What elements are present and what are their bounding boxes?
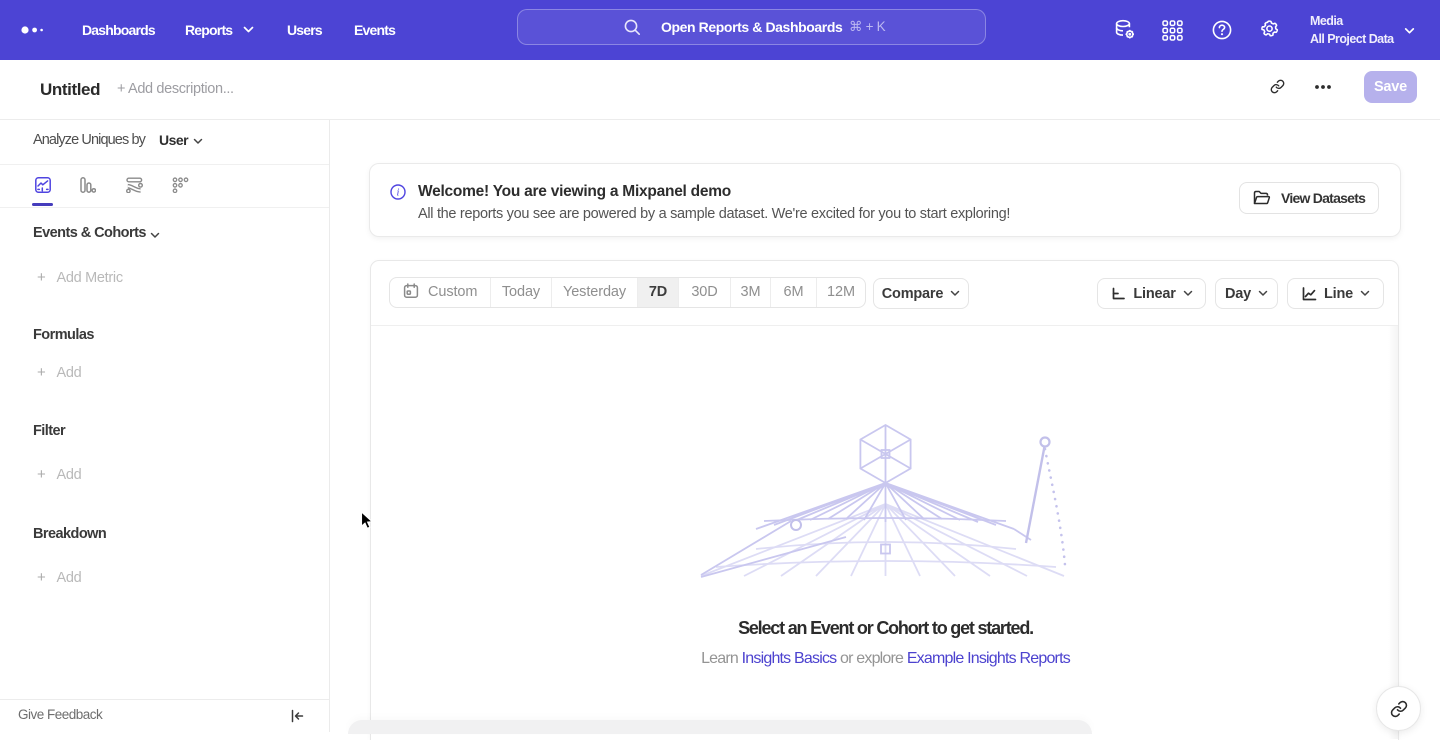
svg-text:i: i: [397, 188, 400, 199]
